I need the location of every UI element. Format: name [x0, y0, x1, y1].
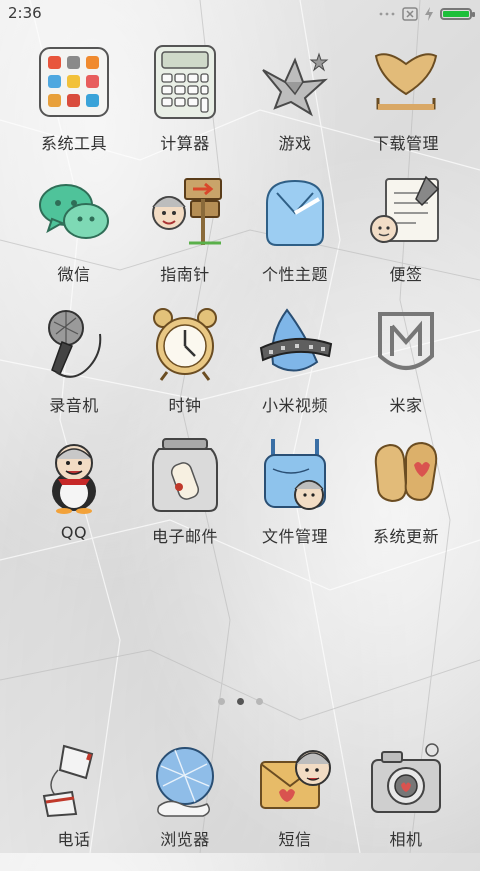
app-label: 文件管理	[261, 527, 328, 546]
app-label: 计算器	[160, 134, 210, 153]
app-label: 微信	[57, 265, 91, 284]
app-row: 系统工具 计算器 游戏 下载管理	[0, 42, 480, 173]
app-label: 游戏	[278, 134, 312, 153]
email-jar-icon	[152, 438, 218, 512]
app-qq[interactable]: QQ	[19, 435, 129, 542]
dock-camera[interactable]: 相机	[351, 740, 461, 850]
app-label: 时钟	[168, 396, 202, 415]
status-time: 2:36	[8, 4, 42, 22]
notes-icon	[370, 175, 440, 243]
app-email[interactable]: 电子邮件	[130, 435, 240, 547]
paper-crane-game-icon	[262, 52, 329, 117]
system-tools-folder-icon	[39, 47, 109, 117]
dock-sms[interactable]: 短信	[240, 740, 350, 850]
dock-phone[interactable]: 电话	[19, 740, 129, 850]
qq-penguin-icon	[52, 444, 96, 514]
app-system-update[interactable]: 系统更新	[351, 435, 461, 547]
app-calculator[interactable]: 计算器	[130, 42, 240, 154]
app-compass[interactable]: 指南针	[130, 173, 240, 285]
app-row: 微信 指南针 个性主题 便签	[0, 173, 480, 304]
app-mi-video[interactable]: 小米视频	[240, 304, 350, 416]
app-recorder[interactable]: 录音机	[19, 304, 129, 416]
page-dot[interactable]	[217, 698, 225, 705]
page-dot[interactable]	[255, 698, 263, 705]
app-label: 相机	[389, 830, 423, 849]
app-mijia[interactable]: 米家	[351, 304, 461, 416]
charging-icon	[425, 7, 433, 21]
app-themes[interactable]: 个性主题	[240, 173, 350, 285]
app-label: 浏览器	[160, 830, 210, 849]
app-label: 下载管理	[372, 134, 439, 153]
app-label: 米家	[389, 396, 423, 415]
app-download-manager[interactable]: 下载管理	[351, 42, 461, 154]
sms-envelope-icon	[260, 750, 331, 809]
alarm-clock-icon	[153, 308, 217, 381]
dock: 电话 浏览器 短信 相机	[0, 740, 480, 871]
app-label: 短信	[278, 830, 312, 849]
page-indicator	[0, 698, 480, 705]
dock-browser[interactable]: 浏览器	[130, 740, 240, 850]
page-dot-active[interactable]	[236, 698, 244, 705]
app-label: 个性主题	[261, 265, 328, 284]
app-label: 便签	[389, 265, 423, 284]
app-row: 录音机 时钟 小米视频 米家	[0, 304, 480, 435]
mijia-icon	[378, 312, 434, 370]
app-notes[interactable]: 便签	[351, 173, 461, 285]
wechat-icon	[39, 184, 109, 239]
app-clock[interactable]: 时钟	[130, 304, 240, 416]
app-label: 电话	[57, 830, 91, 849]
status-icons	[378, 6, 475, 22]
app-label: 电子邮件	[151, 527, 218, 546]
dock-row: 电话 浏览器 短信 相机	[0, 740, 480, 871]
app-wechat[interactable]: 微信	[19, 173, 129, 285]
status-bar: 2:36	[0, 0, 480, 28]
browser-globe-icon	[156, 747, 214, 817]
app-label: 指南针	[160, 265, 210, 284]
battery-icon	[440, 8, 475, 20]
app-file-manager[interactable]: 文件管理	[240, 435, 350, 547]
calculator-icon	[154, 45, 216, 119]
phone-cup-icon	[42, 744, 94, 818]
no-sim-icon	[402, 7, 418, 21]
camera-icon	[371, 743, 441, 813]
app-label: 系统工具	[40, 134, 107, 153]
app-label: 系统更新	[372, 527, 439, 546]
download-manager-icon	[374, 53, 438, 110]
app-label: QQ	[60, 523, 88, 542]
microphone-recorder-icon	[48, 310, 102, 378]
compass-signpost-icon	[152, 178, 222, 245]
app-grid: 系统工具 计算器 游戏 下载管理 微信 指南针 个性主题 便签 录音机 时钟 小…	[0, 42, 480, 566]
file-manager-bag-icon	[264, 439, 326, 510]
app-row: QQ 电子邮件 文件管理 系统更新	[0, 435, 480, 566]
app-games[interactable]: 游戏	[240, 42, 350, 154]
video-player-icon	[259, 308, 333, 372]
app-label: 小米视频	[261, 396, 328, 415]
themes-shirt-icon	[266, 179, 324, 246]
menu-dots-icon	[379, 12, 395, 16]
system-update-mitten-icon	[374, 441, 438, 503]
app-system-tools[interactable]: 系统工具	[19, 42, 129, 154]
app-label: 录音机	[49, 396, 99, 415]
